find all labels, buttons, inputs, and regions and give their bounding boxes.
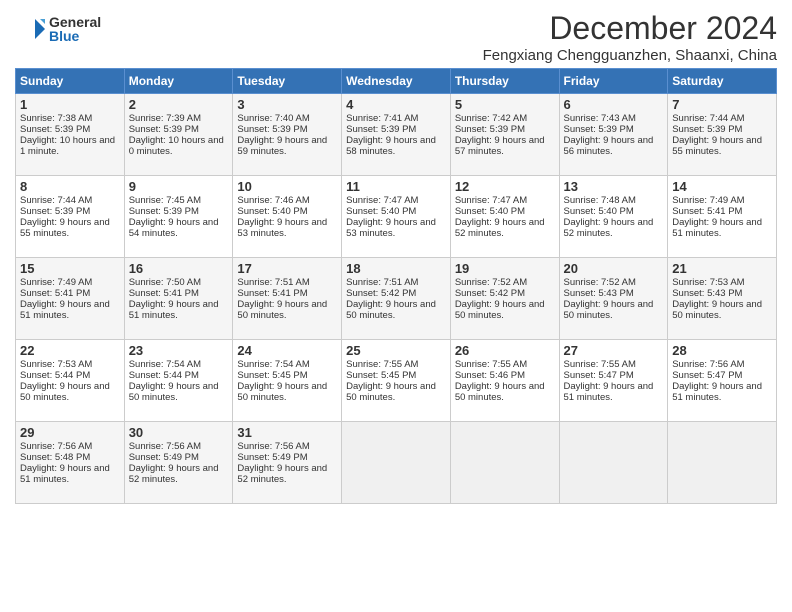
day-number: 1 xyxy=(20,97,120,112)
calendar-cell: 11Sunrise: 7:47 AMSunset: 5:40 PMDayligh… xyxy=(342,176,451,258)
calendar-week-1: 1Sunrise: 7:38 AMSunset: 5:39 PMDaylight… xyxy=(16,94,777,176)
day-number: 16 xyxy=(129,261,229,276)
day-number: 20 xyxy=(564,261,664,276)
calendar-cell: 5Sunrise: 7:42 AMSunset: 5:39 PMDaylight… xyxy=(450,94,559,176)
calendar-cell: 22Sunrise: 7:53 AMSunset: 5:44 PMDayligh… xyxy=(16,340,125,422)
logo: General Blue xyxy=(15,14,101,44)
calendar-cell: 4Sunrise: 7:41 AMSunset: 5:39 PMDaylight… xyxy=(342,94,451,176)
calendar-table: SundayMondayTuesdayWednesdayThursdayFrid… xyxy=(15,68,777,504)
calendar-week-4: 22Sunrise: 7:53 AMSunset: 5:44 PMDayligh… xyxy=(16,340,777,422)
calendar-cell xyxy=(342,422,451,504)
day-number: 25 xyxy=(346,343,446,358)
logo-blue-text: Blue xyxy=(49,29,101,43)
day-number: 10 xyxy=(237,179,337,194)
day-number: 26 xyxy=(455,343,555,358)
day-number: 8 xyxy=(20,179,120,194)
calendar-cell: 20Sunrise: 7:52 AMSunset: 5:43 PMDayligh… xyxy=(559,258,668,340)
calendar-cell: 18Sunrise: 7:51 AMSunset: 5:42 PMDayligh… xyxy=(342,258,451,340)
day-number: 14 xyxy=(672,179,772,194)
location: Fengxiang Chengguanzhen, Shaanxi, China xyxy=(483,47,777,64)
day-number: 22 xyxy=(20,343,120,358)
calendar-cell: 16Sunrise: 7:50 AMSunset: 5:41 PMDayligh… xyxy=(124,258,233,340)
calendar-body: 1Sunrise: 7:38 AMSunset: 5:39 PMDaylight… xyxy=(16,94,777,504)
calendar-week-3: 15Sunrise: 7:49 AMSunset: 5:41 PMDayligh… xyxy=(16,258,777,340)
header-friday: Friday xyxy=(559,69,668,94)
header-sunday: Sunday xyxy=(16,69,125,94)
calendar-cell: 26Sunrise: 7:55 AMSunset: 5:46 PMDayligh… xyxy=(450,340,559,422)
calendar-cell xyxy=(668,422,777,504)
logo-general-text: General xyxy=(49,15,101,29)
calendar-week-5: 29Sunrise: 7:56 AMSunset: 5:48 PMDayligh… xyxy=(16,422,777,504)
header-tuesday: Tuesday xyxy=(233,69,342,94)
calendar-cell: 28Sunrise: 7:56 AMSunset: 5:47 PMDayligh… xyxy=(668,340,777,422)
calendar-cell: 6Sunrise: 7:43 AMSunset: 5:39 PMDaylight… xyxy=(559,94,668,176)
calendar-cell: 3Sunrise: 7:40 AMSunset: 5:39 PMDaylight… xyxy=(233,94,342,176)
day-number: 4 xyxy=(346,97,446,112)
day-number: 28 xyxy=(672,343,772,358)
logo-icon xyxy=(15,14,45,44)
month-title: December 2024 xyxy=(483,10,777,47)
calendar-cell: 31Sunrise: 7:56 AMSunset: 5:49 PMDayligh… xyxy=(233,422,342,504)
header-wednesday: Wednesday xyxy=(342,69,451,94)
calendar-cell: 30Sunrise: 7:56 AMSunset: 5:49 PMDayligh… xyxy=(124,422,233,504)
day-number: 27 xyxy=(564,343,664,358)
day-number: 2 xyxy=(129,97,229,112)
day-number: 7 xyxy=(672,97,772,112)
calendar-cell: 21Sunrise: 7:53 AMSunset: 5:43 PMDayligh… xyxy=(668,258,777,340)
day-number: 9 xyxy=(129,179,229,194)
calendar-cell: 8Sunrise: 7:44 AMSunset: 5:39 PMDaylight… xyxy=(16,176,125,258)
calendar-cell: 25Sunrise: 7:55 AMSunset: 5:45 PMDayligh… xyxy=(342,340,451,422)
calendar-cell xyxy=(450,422,559,504)
header-thursday: Thursday xyxy=(450,69,559,94)
calendar-cell: 9Sunrise: 7:45 AMSunset: 5:39 PMDaylight… xyxy=(124,176,233,258)
day-number: 21 xyxy=(672,261,772,276)
calendar-cell xyxy=(559,422,668,504)
day-number: 17 xyxy=(237,261,337,276)
calendar-cell: 17Sunrise: 7:51 AMSunset: 5:41 PMDayligh… xyxy=(233,258,342,340)
day-number: 5 xyxy=(455,97,555,112)
page-header: General Blue December 2024 Fengxiang Che… xyxy=(15,10,777,64)
calendar-cell: 14Sunrise: 7:49 AMSunset: 5:41 PMDayligh… xyxy=(668,176,777,258)
day-number: 13 xyxy=(564,179,664,194)
calendar-cell: 19Sunrise: 7:52 AMSunset: 5:42 PMDayligh… xyxy=(450,258,559,340)
header-saturday: Saturday xyxy=(668,69,777,94)
day-number: 11 xyxy=(346,179,446,194)
calendar-cell: 15Sunrise: 7:49 AMSunset: 5:41 PMDayligh… xyxy=(16,258,125,340)
calendar-week-2: 8Sunrise: 7:44 AMSunset: 5:39 PMDaylight… xyxy=(16,176,777,258)
calendar-cell: 24Sunrise: 7:54 AMSunset: 5:45 PMDayligh… xyxy=(233,340,342,422)
day-number: 30 xyxy=(129,425,229,440)
calendar-cell: 29Sunrise: 7:56 AMSunset: 5:48 PMDayligh… xyxy=(16,422,125,504)
day-number: 23 xyxy=(129,343,229,358)
day-number: 19 xyxy=(455,261,555,276)
calendar-cell: 27Sunrise: 7:55 AMSunset: 5:47 PMDayligh… xyxy=(559,340,668,422)
calendar-cell: 10Sunrise: 7:46 AMSunset: 5:40 PMDayligh… xyxy=(233,176,342,258)
day-number: 15 xyxy=(20,261,120,276)
header-monday: Monday xyxy=(124,69,233,94)
calendar-cell: 13Sunrise: 7:48 AMSunset: 5:40 PMDayligh… xyxy=(559,176,668,258)
day-number: 3 xyxy=(237,97,337,112)
calendar-cell: 1Sunrise: 7:38 AMSunset: 5:39 PMDaylight… xyxy=(16,94,125,176)
calendar-cell: 2Sunrise: 7:39 AMSunset: 5:39 PMDaylight… xyxy=(124,94,233,176)
calendar-cell: 23Sunrise: 7:54 AMSunset: 5:44 PMDayligh… xyxy=(124,340,233,422)
day-number: 6 xyxy=(564,97,664,112)
calendar-cell: 12Sunrise: 7:47 AMSunset: 5:40 PMDayligh… xyxy=(450,176,559,258)
day-number: 29 xyxy=(20,425,120,440)
calendar-cell: 7Sunrise: 7:44 AMSunset: 5:39 PMDaylight… xyxy=(668,94,777,176)
day-number: 24 xyxy=(237,343,337,358)
title-section: December 2024 Fengxiang Chengguanzhen, S… xyxy=(483,10,777,64)
day-number: 18 xyxy=(346,261,446,276)
calendar-header-row: SundayMondayTuesdayWednesdayThursdayFrid… xyxy=(16,69,777,94)
day-number: 12 xyxy=(455,179,555,194)
day-number: 31 xyxy=(237,425,337,440)
